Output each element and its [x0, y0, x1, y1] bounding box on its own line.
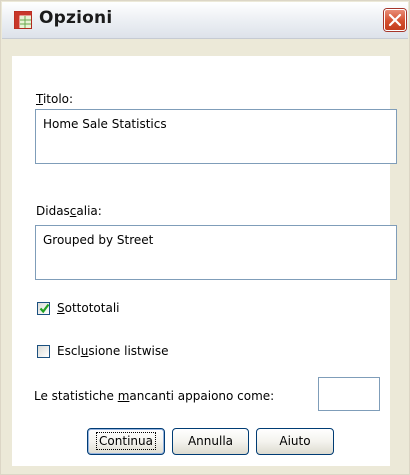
title-input-value: Home Sale Statistics	[43, 117, 167, 131]
caption-field-label: Didascalia:	[36, 204, 102, 218]
listwise-label[interactable]: Esclusione listwise	[57, 344, 169, 358]
listwise-label-after: sione listwise	[88, 344, 169, 358]
missing-stats-input[interactable]	[318, 377, 380, 411]
subtotals-checkbox[interactable]	[37, 302, 50, 315]
close-x-icon	[388, 13, 402, 27]
continue-button[interactable]: Continua	[87, 428, 165, 455]
title-field-label: Titolo:	[36, 92, 73, 106]
table-grid-icon	[14, 11, 32, 29]
subtotals-label-rest: ottototali	[64, 301, 120, 315]
caption-input[interactable]: Grouped by Street	[35, 225, 397, 280]
listwise-label-before: Escl	[57, 344, 81, 358]
missing-label-after: ancanti appaiono come:	[129, 389, 275, 403]
caption-label-after: alia:	[76, 204, 102, 218]
subtotals-label[interactable]: Sottototali	[57, 301, 120, 315]
missing-stats-label: Le statistiche mancanti appaiono come:	[34, 389, 274, 403]
subtotals-mnemonic: S	[57, 301, 65, 315]
help-label: Aiuto	[279, 434, 311, 448]
title-input[interactable]: Home Sale Statistics	[35, 109, 397, 164]
continue-label: Continua	[96, 432, 156, 450]
caption-input-value: Grouped by Street	[43, 233, 154, 247]
options-dialog: Opzioni Titolo: Home Sale Statistics Did…	[0, 0, 410, 475]
help-button[interactable]: Aiuto	[256, 428, 334, 455]
title-bar[interactable]: Opzioni	[2, 2, 408, 39]
cancel-button[interactable]: Annulla	[172, 428, 249, 455]
dialog-content: Titolo: Home Sale Statistics Didascalia:…	[12, 56, 397, 466]
missing-label-before: Le statistiche	[34, 389, 118, 403]
title-label-rest: itolo:	[42, 92, 74, 106]
cancel-label: Annulla	[187, 434, 234, 448]
checkmark-icon	[39, 303, 50, 314]
title-mnemonic: T	[36, 92, 43, 106]
window-title: Opzioni	[39, 8, 113, 28]
missing-mnemonic: m	[117, 389, 130, 403]
close-button[interactable]	[384, 9, 406, 31]
caption-label-before: Didas	[36, 204, 70, 218]
listwise-checkbox[interactable]	[37, 345, 50, 358]
